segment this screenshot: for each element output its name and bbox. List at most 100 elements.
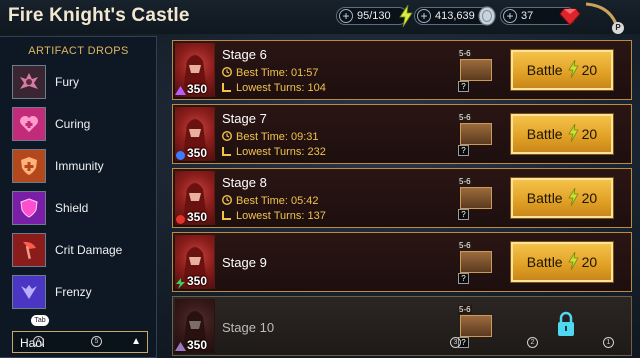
void-element-icon [175, 84, 186, 102]
energy-bolt-icon [567, 123, 579, 145]
energy-value: 95/130 [357, 10, 391, 22]
p-hotkey-badge: P [612, 22, 624, 34]
turns-icon [222, 210, 232, 223]
fury-icon [12, 65, 46, 99]
silver-value: 413,639 [435, 10, 475, 22]
artifact-label: Immunity [55, 159, 104, 173]
energy-bolt-icon [399, 4, 413, 32]
artifact-item-immunity[interactable]: Immunity [12, 149, 152, 183]
silver-counter[interactable]: + 413,639 [414, 6, 496, 26]
artifact-drops-title: ARTIFACT DROPS [28, 45, 129, 57]
add-energy-button[interactable]: + [339, 9, 353, 23]
turns-icon [222, 146, 232, 159]
unknown-reward: ? [458, 209, 469, 220]
shield-icon [12, 191, 46, 225]
gems-value: 37 [521, 10, 534, 22]
chest-icon [460, 59, 492, 81]
turns-icon [222, 82, 232, 95]
stage-level: 350 [187, 338, 208, 352]
artifact-item-fury[interactable]: Fury [12, 65, 152, 99]
stage-row-9[interactable]: 350 Stage 9 5-6 ? Battle 20 [172, 232, 632, 292]
unknown-reward: ? [458, 81, 469, 92]
hotkey-badge-1: 1 [603, 337, 614, 348]
battle-label: Battle [526, 126, 563, 142]
magic-element-icon [175, 148, 186, 166]
page-title: Fire Knight's Castle [8, 5, 190, 26]
artifact-item-shield[interactable]: Shield [12, 191, 152, 225]
stage-row-6[interactable]: 350 Stage 6 Best Time: 01:57 Lowest Turns… [172, 40, 632, 100]
top-bar: Fire Knight's Castle + 95/130 + 413,639 … [0, 0, 640, 34]
lowest-turns-stat: Lowest Turns: 232 [222, 146, 326, 159]
best-time-stat: Best Time: 01:57 [221, 66, 319, 80]
battle-button[interactable]: Battle 20 [511, 178, 613, 218]
reward-chest[interactable]: 5-6 ? [458, 177, 494, 221]
stage-level: 350 [187, 146, 208, 160]
tab-hotkey-badge: Tab [31, 315, 49, 326]
stage-name: Stage 10 [222, 320, 275, 335]
5-hotkey-badge: 5 [91, 336, 102, 347]
gems-counter[interactable]: + 37 [500, 7, 581, 26]
stage-level: 350 [187, 82, 208, 96]
chevron-up-icon: ▲ [131, 336, 141, 347]
artifact-label: Frenzy [55, 285, 92, 299]
reward-chest[interactable]: 5-6 ? [458, 241, 494, 285]
void-element-icon [175, 340, 186, 358]
chest-icon [460, 187, 492, 209]
artifact-item-curing[interactable]: Curing [12, 107, 152, 141]
artifact-label: Crit Damage [55, 243, 123, 257]
artifact-label: Fury [55, 75, 79, 89]
stage-row-7[interactable]: 350 Stage 7 Best Time: 09:31 Lowest Turns… [172, 104, 632, 164]
battle-cost: 20 [581, 126, 598, 142]
add-silver-button[interactable]: + [417, 9, 431, 23]
frenzy-icon [12, 275, 46, 309]
artifact-label: Curing [55, 117, 91, 131]
stage-name: Stage 8 [222, 175, 267, 190]
stage-row-8[interactable]: 350 Stage 8 Best Time: 05:42 Lowest Turns… [172, 168, 632, 228]
unknown-reward: ? [458, 145, 469, 156]
silver-coin-icon [477, 5, 497, 32]
battle-label: Battle [526, 62, 563, 78]
artifact-item-frenzy[interactable]: Frenzy [12, 275, 152, 309]
heart-icon [12, 107, 46, 141]
hotkey-badge-2: 2 [527, 337, 538, 348]
reward-chest[interactable]: 5-6 ? [458, 113, 494, 157]
energy-bolt-icon [567, 187, 579, 209]
battle-cost: 20 [581, 62, 598, 78]
energy-bolt-icon [567, 59, 579, 81]
battle-button[interactable]: Battle 20 [511, 50, 613, 90]
stage-name: Stage 9 [222, 255, 267, 270]
add-gems-button[interactable]: + [503, 9, 517, 23]
set-filter-select[interactable]: Haol A 5 ▲ [12, 331, 148, 353]
battle-button[interactable]: Battle 20 [511, 242, 613, 282]
a-hotkey-badge: A [33, 336, 44, 347]
reward-chest[interactable]: 5-6 ? [458, 305, 494, 349]
clock-icon [221, 194, 233, 208]
energy-counter[interactable]: + 95/130 [336, 4, 413, 28]
artifact-drops-panel: ARTIFACT DROPS Fury Curing Immunity Shie… [0, 36, 157, 358]
best-time-stat: Best Time: 09:31 [221, 130, 319, 144]
ruby-gem-icon [559, 5, 581, 32]
battle-label: Battle [526, 190, 563, 206]
battle-cost: 20 [581, 190, 598, 206]
energy-bolt-icon [567, 251, 579, 273]
artifact-label: Shield [55, 201, 89, 215]
reward-rank: 5-6 [458, 177, 472, 186]
reward-rank: 5-6 [458, 241, 472, 250]
stage-level: 350 [187, 210, 208, 224]
unknown-reward: ? [458, 273, 469, 284]
artifact-item-crit-damage[interactable]: Crit Damage [12, 233, 152, 267]
immunity-shield-icon [12, 149, 46, 183]
chest-icon [460, 123, 492, 145]
stage-row-10[interactable]: 350 Stage 10 5-6 ? 3 2 1 [172, 296, 632, 356]
spirit-element-icon [175, 276, 186, 294]
stage-name: Stage 6 [222, 47, 267, 62]
clock-icon [221, 130, 233, 144]
reward-rank: 5-6 [458, 113, 472, 122]
reward-chest[interactable]: 5-6 ? [458, 49, 494, 93]
reward-rank: 5-6 [458, 305, 472, 314]
lock-icon [557, 311, 575, 342]
best-time-stat: Best Time: 05:42 [221, 194, 319, 208]
chest-icon [460, 251, 492, 273]
battle-button[interactable]: Battle 20 [511, 114, 613, 154]
battle-label: Battle [526, 254, 563, 270]
